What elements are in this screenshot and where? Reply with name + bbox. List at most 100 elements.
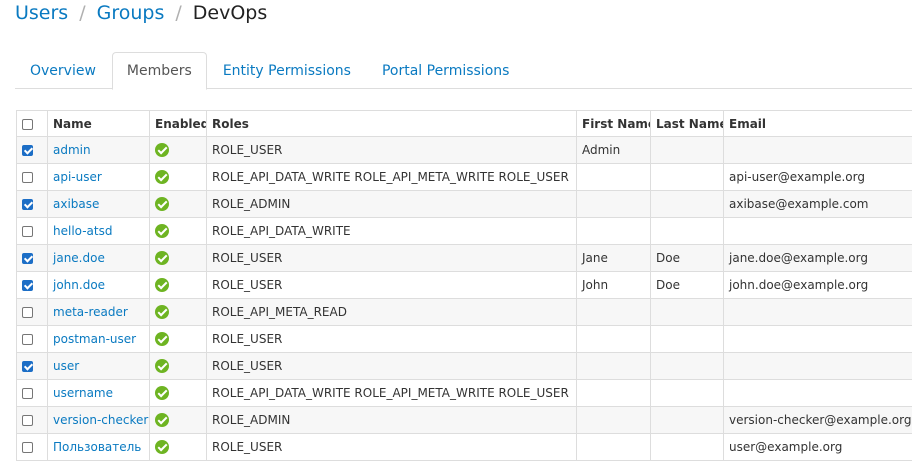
cell-first-name (576, 163, 651, 191)
select-all-checkbox[interactable] (22, 118, 33, 130)
cell-name: jane.doe (47, 244, 150, 272)
cell-roles: ROLE_USER (206, 325, 577, 353)
tab-members[interactable]: Members (111, 52, 207, 90)
row-select-cell (16, 244, 48, 272)
row-checkbox[interactable] (22, 145, 33, 156)
tab-bar: Overview Members Entity Permissions Port… (15, 52, 912, 90)
user-name-link[interactable]: john.doe (53, 278, 105, 292)
tab-entity-permissions[interactable]: Entity Permissions (208, 52, 366, 89)
cell-first-name (576, 325, 651, 353)
check-circle-icon (155, 413, 169, 428)
cell-name: user (47, 352, 150, 380)
user-name-link[interactable]: username (53, 386, 113, 400)
cell-last-name (650, 352, 724, 380)
column-header-last-name[interactable]: Last Name (650, 110, 724, 137)
cell-roles: ROLE_USER (206, 271, 577, 299)
cell-email (723, 325, 912, 353)
user-name-link[interactable]: jane.doe (53, 251, 105, 265)
row-checkbox[interactable] (22, 253, 33, 264)
breadcrumb-separator: / (175, 2, 182, 24)
cell-roles: ROLE_API_DATA_WRITE ROLE_API_META_WRITE … (206, 163, 577, 191)
row-select-cell (16, 136, 48, 164)
check-circle-icon (155, 386, 169, 401)
cell-roles: ROLE_USER (206, 352, 577, 380)
table-row[interactable]: username ROLE_API_DATA_WRITE ROLE_API_MET… (16, 379, 912, 407)
cell-name: axibase (47, 190, 150, 218)
cell-enabled (149, 406, 207, 434)
cell-first-name: Jane (576, 244, 651, 272)
column-header-name[interactable]: Name (47, 110, 150, 137)
table-row[interactable]: user ROLE_USER (16, 352, 912, 380)
cell-name: meta-reader (47, 298, 150, 326)
table-row[interactable]: api-user ROLE_API_DATA_WRITE ROLE_API_MET… (16, 163, 912, 191)
row-checkbox[interactable] (22, 307, 33, 318)
column-header-email[interactable]: Email (723, 110, 912, 137)
cell-last-name (650, 433, 724, 461)
row-select-cell (16, 190, 48, 218)
user-name-link[interactable]: postman-user (53, 332, 136, 346)
user-name-link[interactable]: api-user (53, 170, 102, 184)
cell-roles: ROLE_API_META_READ (206, 298, 577, 326)
row-select-cell (16, 298, 48, 326)
cell-roles: ROLE_API_DATA_WRITE ROLE_API_META_WRITE … (206, 379, 577, 407)
check-circle-icon (155, 224, 169, 239)
cell-email: user@example.org (723, 433, 912, 461)
cell-first-name: John (576, 271, 651, 299)
table-row[interactable]: Пользователь ROLE_USER user@example.org (16, 433, 912, 461)
cell-name: admin (47, 136, 150, 164)
row-checkbox[interactable] (22, 280, 33, 291)
breadcrumb-users-link[interactable]: Users (15, 1, 68, 25)
table-row[interactable]: meta-reader ROLE_API_META_READ (16, 298, 912, 326)
breadcrumb-groups-link[interactable]: Groups (97, 1, 165, 25)
cell-first-name: Admin (576, 136, 651, 164)
row-checkbox[interactable] (22, 442, 33, 453)
user-name-link[interactable]: version-checker (53, 413, 148, 427)
column-header-roles[interactable]: Roles (206, 110, 577, 137)
user-name-link[interactable]: Пользователь (53, 440, 141, 454)
row-select-cell (16, 217, 48, 245)
row-checkbox[interactable] (22, 226, 33, 237)
row-checkbox[interactable] (22, 334, 33, 345)
column-header-enabled[interactable]: Enabled (149, 110, 207, 137)
cell-last-name (650, 406, 724, 434)
cell-last-name (650, 136, 724, 164)
check-circle-icon (155, 197, 169, 212)
cell-name: hello-atsd (47, 217, 150, 245)
tab-overview[interactable]: Overview (15, 52, 111, 89)
cell-email: axibase@example.com (723, 190, 912, 218)
cell-enabled (149, 136, 207, 164)
cell-enabled (149, 352, 207, 380)
cell-first-name (576, 379, 651, 407)
cell-first-name (576, 190, 651, 218)
user-name-link[interactable]: axibase (53, 197, 99, 211)
cell-enabled (149, 217, 207, 245)
user-name-link[interactable]: hello-atsd (53, 224, 112, 238)
user-name-link[interactable]: admin (53, 143, 91, 157)
user-name-link[interactable]: user (53, 359, 79, 373)
check-circle-icon (155, 278, 169, 293)
table-row[interactable]: axibase ROLE_ADMIN axibase@example.com (16, 190, 912, 218)
row-checkbox[interactable] (22, 199, 33, 210)
cell-enabled (149, 244, 207, 272)
table-row[interactable]: john.doe ROLE_USER John Doe john.doe@example… (16, 271, 912, 299)
cell-first-name (576, 298, 651, 326)
cell-enabled (149, 163, 207, 191)
row-checkbox[interactable] (22, 172, 33, 183)
row-checkbox[interactable] (22, 415, 33, 426)
check-circle-icon (155, 251, 169, 266)
row-checkbox[interactable] (22, 388, 33, 399)
check-circle-icon (155, 143, 169, 158)
cell-name: Пользователь (47, 433, 150, 461)
table-row[interactable]: version-checker ROLE_ADMIN version-checker… (16, 406, 912, 434)
table-row[interactable]: jane.doe ROLE_USER Jane Doe jane.doe@example… (16, 244, 912, 272)
check-circle-icon (155, 440, 169, 455)
row-checkbox[interactable] (22, 361, 33, 372)
user-name-link[interactable]: meta-reader (53, 305, 128, 319)
table-row[interactable]: admin ROLE_USER Admin (16, 136, 912, 164)
tab-portal-permissions[interactable]: Portal Permissions (367, 52, 524, 89)
column-header-first-name[interactable]: First Name (576, 110, 651, 137)
table-row[interactable]: hello-atsd ROLE_API_DATA_WRITE (16, 217, 912, 245)
breadcrumb: Users / Groups / DevOps (15, 0, 267, 26)
cell-first-name (576, 406, 651, 434)
table-row[interactable]: postman-user ROLE_USER (16, 325, 912, 353)
